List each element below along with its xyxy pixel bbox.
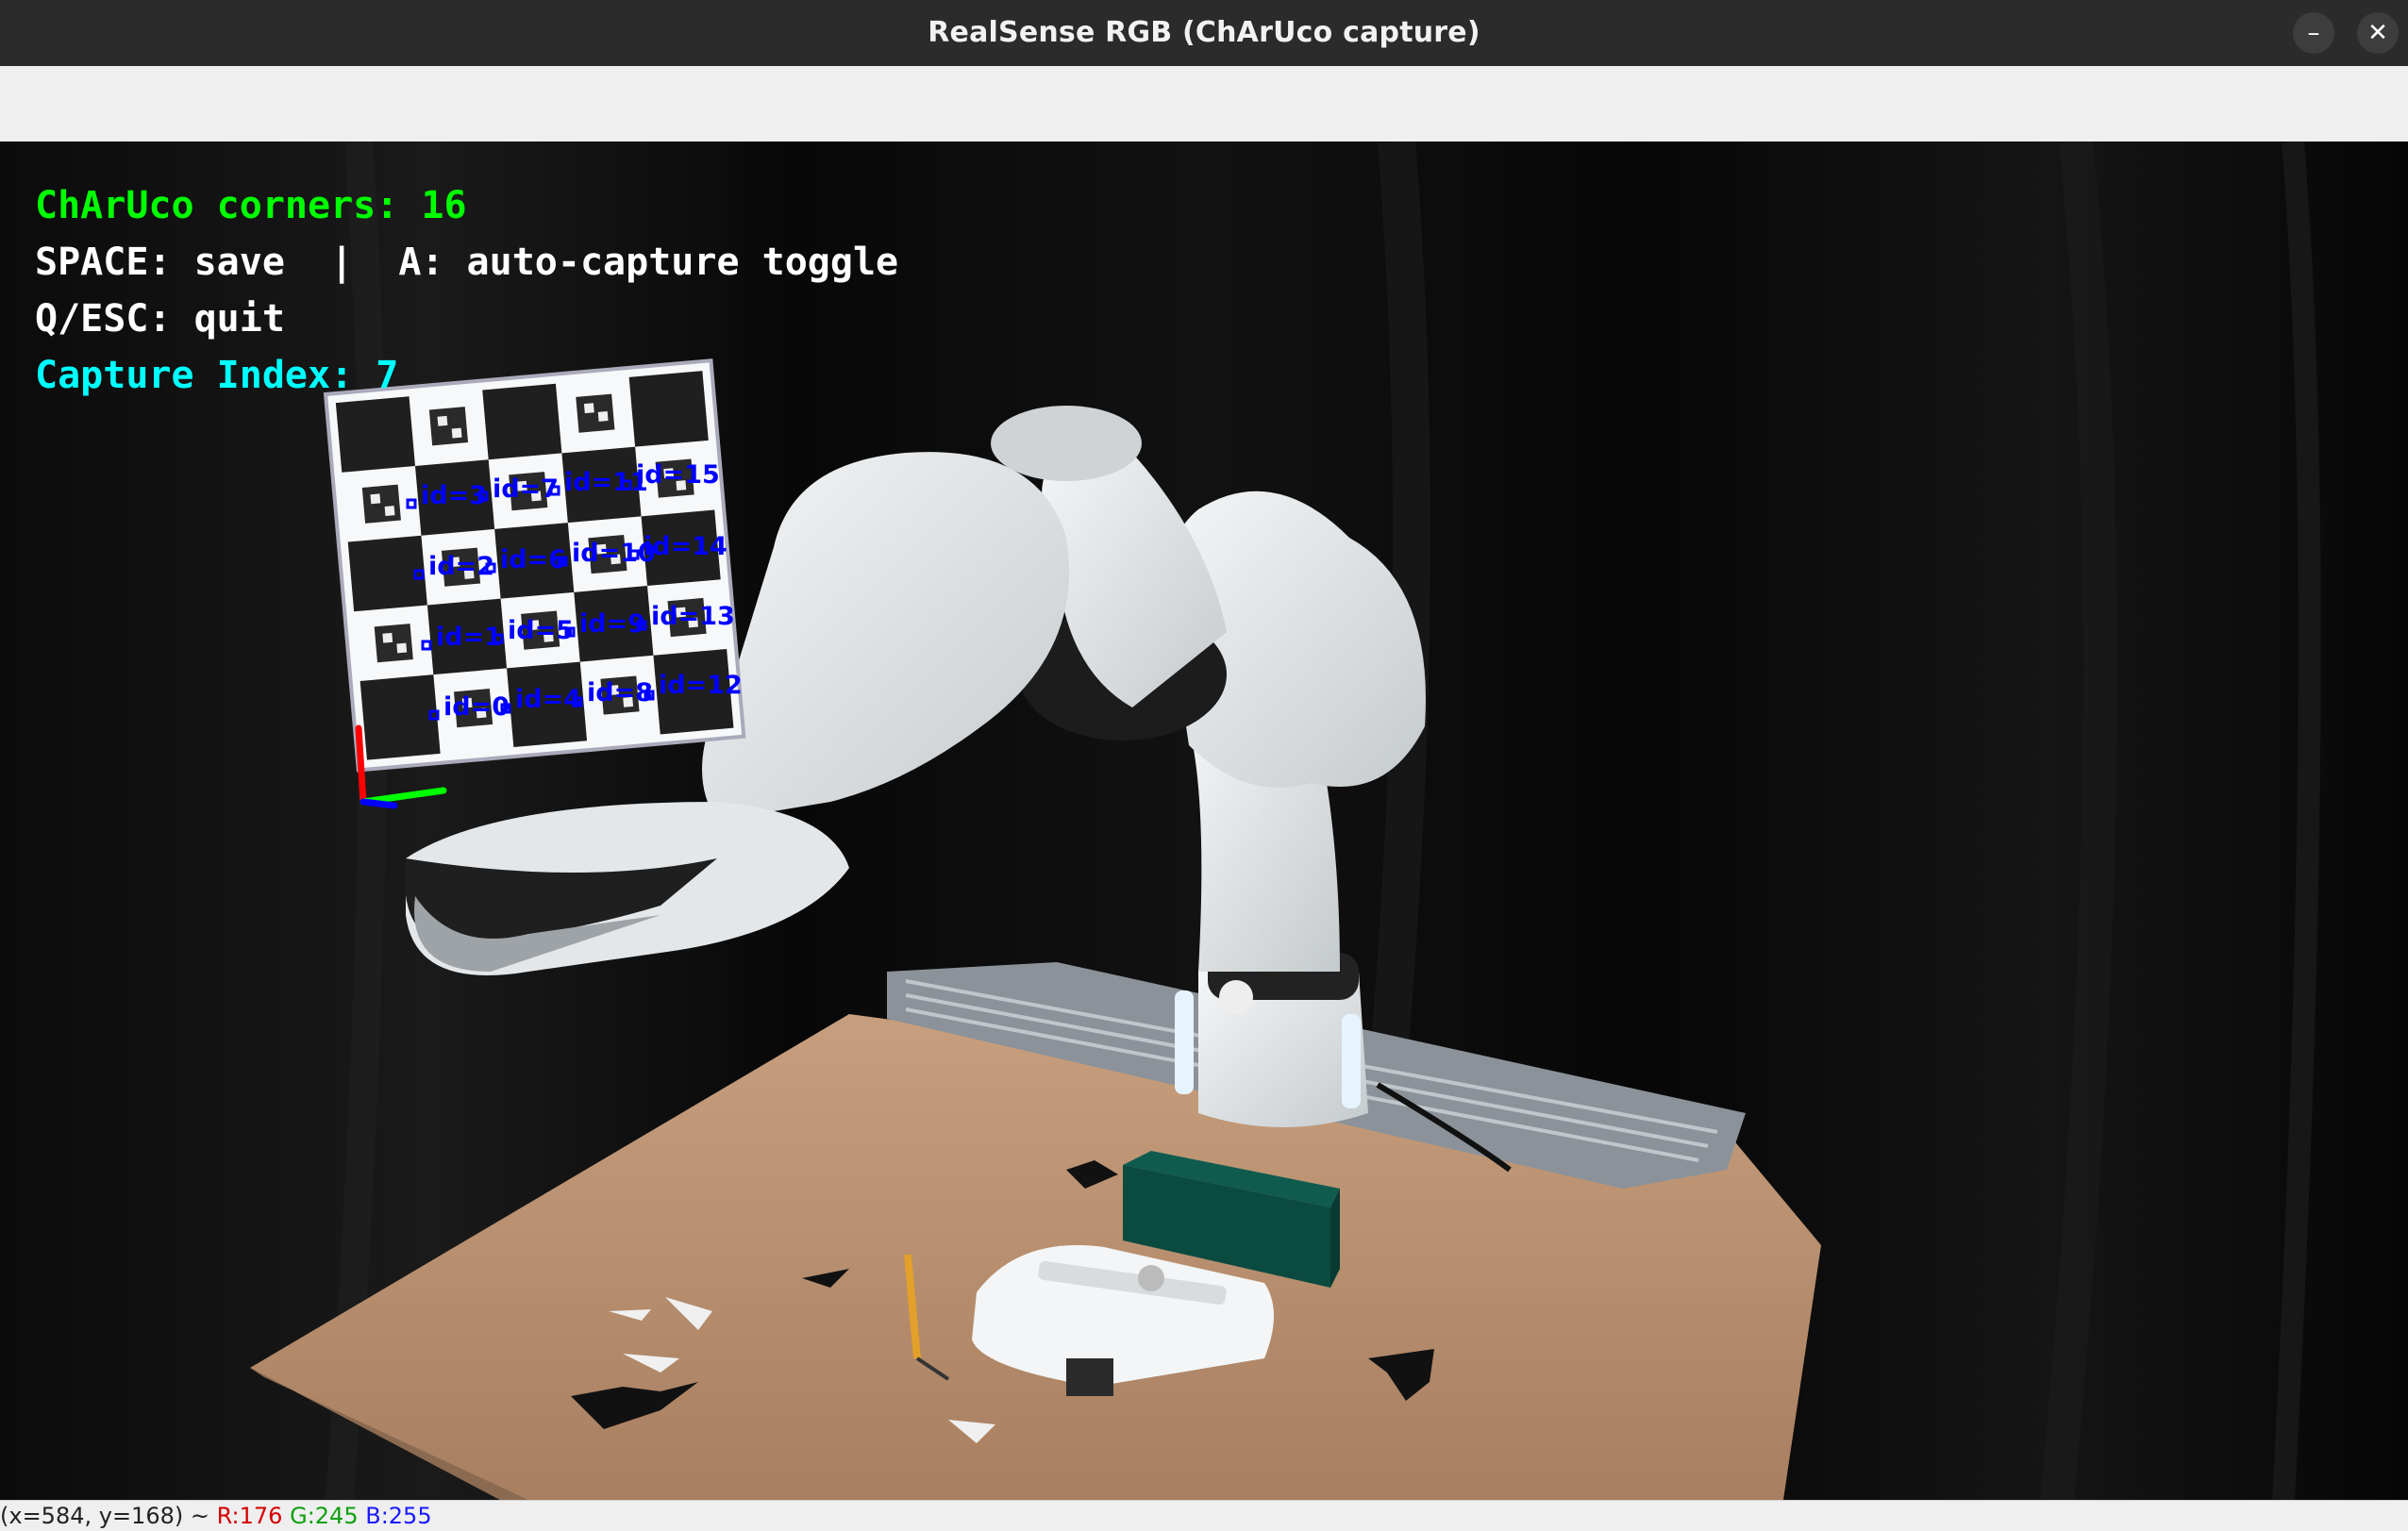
corner-id-label: id=15 (636, 460, 720, 490)
toolbar (0, 66, 2408, 142)
camera-frame: id=0 id=4 id=8 id=12 id=1 id=5 id=9 id=1… (0, 141, 2408, 1500)
pixel-red-value: R:176 (216, 1503, 283, 1529)
base-light (1175, 990, 1194, 1094)
capture-index-label: Capture Index: 7 (35, 354, 399, 397)
minimize-icon: – (2307, 19, 2320, 47)
close-button[interactable]: ✕ (2357, 12, 2399, 54)
robot-joint-top (991, 406, 1142, 481)
corner-id-label: id=8 (587, 678, 653, 707)
key-hint-save-autocapture: SPACE: save | A: auto-capture toggle (35, 241, 899, 284)
corner-id-label: id=6 (500, 545, 566, 574)
charuco-corner-count: ChArUco corners: 16 (35, 184, 467, 227)
title-bar[interactable]: RealSense RGB (ChArUco capture) – ✕ (0, 0, 2408, 66)
axis-x (360, 798, 398, 809)
close-icon: ✕ (2367, 19, 2388, 47)
corner-id-label: id=5 (508, 616, 574, 645)
corner-id-label: id=7 (493, 474, 559, 504)
axis-z (355, 724, 367, 806)
corner-id-label: id=14 (644, 532, 727, 561)
corner-id-label: id=0 (443, 692, 510, 722)
pixel-green-value: G:245 (290, 1503, 359, 1529)
key-hint-quit: Q/ESC: quit (35, 297, 285, 341)
minimize-button[interactable]: – (2293, 12, 2334, 54)
camera-image-view[interactable]: id=0 id=4 id=8 id=12 id=1 id=5 id=9 id=1… (0, 141, 2408, 1500)
corner-id-label: id=12 (659, 671, 743, 700)
pixel-blue-value: B:255 (365, 1503, 432, 1529)
corner-id-label: id=1 (436, 623, 502, 652)
window-title: RealSense RGB (ChArUco capture) (928, 16, 1480, 49)
corner-id-label: id=13 (651, 602, 735, 631)
corner-id-label: id=2 (428, 552, 494, 581)
corner-id-label: id=4 (515, 685, 581, 714)
app-window: RealSense RGB (ChArUco capture) – ✕ id=0… (0, 0, 2408, 1531)
base-light (1342, 1014, 1361, 1108)
status-bar: (x=584, y=168) ~ R:176 G:245 B:255 (0, 1500, 2408, 1531)
robot-logo (1219, 980, 1253, 1014)
corner-id-label: id=9 (579, 609, 645, 639)
corner-id-label: id=3 (421, 481, 487, 510)
cursor-coordinates: (x=584, y=168) ~ (0, 1503, 209, 1529)
